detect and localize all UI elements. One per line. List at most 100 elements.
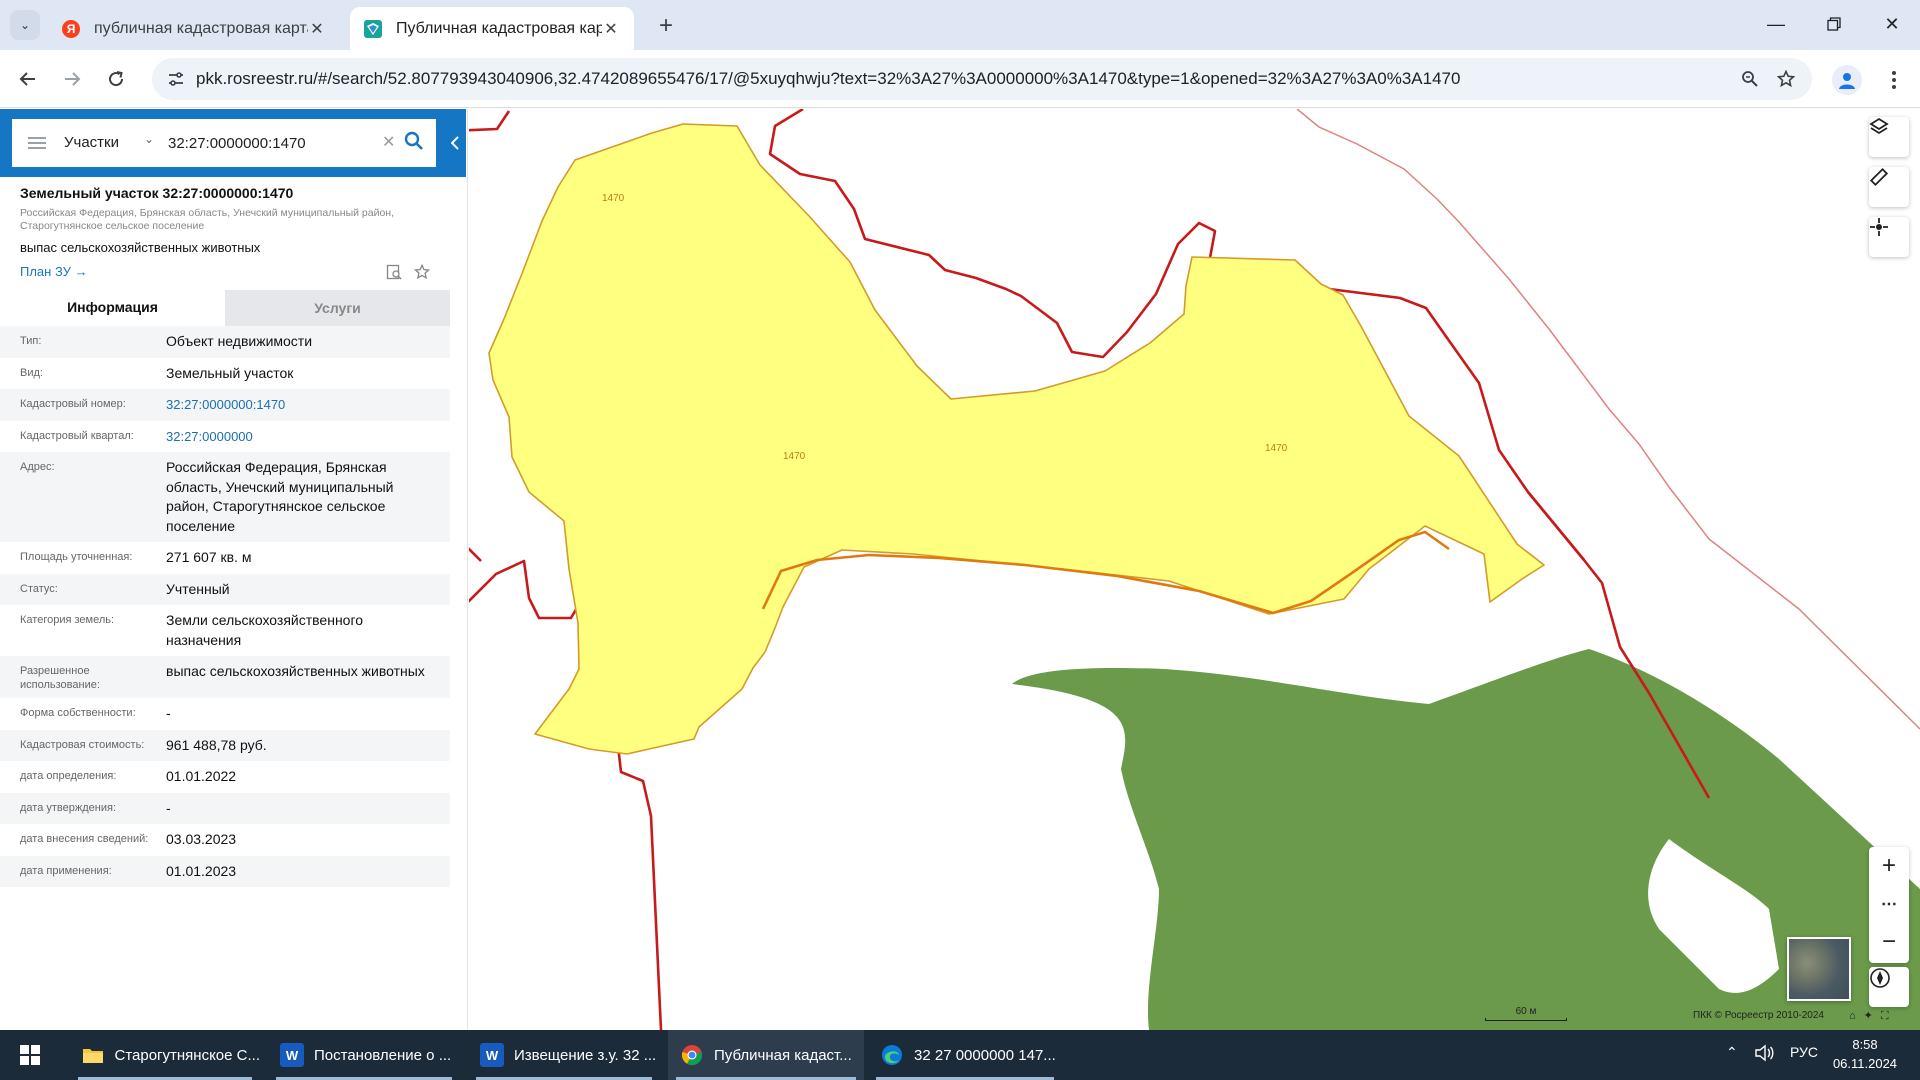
browser-menu-button[interactable] (1884, 65, 1904, 95)
taskbar-item-chrome[interactable]: Публичная кадаст... (668, 1030, 864, 1080)
info-value: Учтенный (166, 580, 230, 597)
tab-list-button[interactable]: ⌄ (10, 10, 40, 40)
info-value: выпас сельскохозяйственных животных (166, 663, 425, 679)
info-value: Земельный участок (166, 364, 294, 381)
rosreestr-icon (364, 19, 382, 38)
ruler-icon (1869, 167, 1889, 187)
zoom-in-button[interactable]: + (1869, 847, 1909, 885)
taskbar-item-edge[interactable]: 32 27 0000000 147... (868, 1030, 1062, 1080)
browser-tab-yandex[interactable]: Я публичная кадастровая карта ✕ (48, 7, 340, 50)
map-canvas[interactable]: 1470 1470 1470 (469, 109, 1920, 1030)
folder-icon (82, 1043, 104, 1067)
scale-bar-line (1485, 1018, 1567, 1021)
info-value: 961 488,78 руб. (166, 736, 267, 753)
fullscreen-icon[interactable]: ⛶ (1881, 1010, 1897, 1022)
info-value: 01.01.2022 (166, 768, 237, 784)
tab-information[interactable]: Информация (0, 290, 225, 326)
clock-date: 06.11.2024 (1832, 1056, 1898, 1071)
taskbar-item-word-1[interactable]: W Постановление о ... (268, 1030, 460, 1080)
close-tab-icon[interactable]: ✕ (602, 20, 620, 38)
chevron-left-icon (451, 136, 459, 150)
browser-tab-rosreestr[interactable]: Публичная кадастровая карта ✕ (350, 7, 634, 50)
info-row: Площадь уточненная: 271 607 кв. м (0, 542, 450, 574)
info-value: Земли сельскохозяйственного назначения (166, 612, 364, 648)
parcel-1470[interactable] (488, 123, 1545, 755)
parcel-number-label: 1470 (602, 193, 625, 204)
plan-link[interactable]: План ЗУ → (20, 264, 88, 279)
locate-small-icon[interactable]: ✦ (1864, 1010, 1881, 1022)
volume-icon[interactable] (1754, 1044, 1774, 1065)
info-label: Разрешенное использование: (20, 665, 100, 691)
search-in-document-icon[interactable] (384, 262, 404, 282)
restore-button[interactable] (1814, 8, 1854, 40)
search-type-select[interactable]: Участки (64, 134, 119, 151)
info-row: дата внесения сведений: 03.03.2023 (0, 824, 450, 856)
keyboard-language[interactable]: РУС (1790, 1044, 1818, 1060)
taskbar-item-word-2[interactable]: W Извещение з.у. 32 ... (468, 1030, 660, 1080)
close-window-button[interactable]: ✕ (1872, 8, 1912, 40)
info-label: Площадь уточненная: (20, 551, 133, 563)
tray-overflow-icon[interactable]: ⌃ (1726, 1044, 1738, 1061)
info-label: Форма собственности: (20, 707, 136, 719)
info-row: дата утверждения: - (0, 792, 450, 824)
info-label: Статус: (20, 582, 58, 595)
zoom-out-button[interactable]: − (1869, 923, 1909, 961)
info-value-link[interactable]: 32:27:0000000 (166, 427, 450, 447)
forward-button[interactable] (58, 65, 86, 93)
basemap-switcher[interactable] (1787, 937, 1851, 1001)
back-button[interactable] (14, 65, 42, 93)
boundary-line (469, 547, 482, 562)
info-row: Кадастровый номер: 32:27:0000000:1470 (0, 389, 450, 421)
favorite-star-icon[interactable] (412, 262, 432, 282)
home-icon[interactable]: ⌂ (1849, 1010, 1864, 1022)
info-value-link[interactable]: 32:27:0000000:1470 (166, 395, 450, 415)
search-icon[interactable] (404, 131, 428, 155)
compass-button[interactable] (1869, 967, 1909, 1007)
info-value: 03.03.2023 (166, 831, 237, 847)
taskbar-item-label: Старогутнянское С... (114, 1046, 260, 1064)
reload-icon (109, 71, 124, 87)
object-title: Земельный участок 32:27:0000000:1470 (20, 185, 294, 201)
info-value: 271 607 кв. м (166, 549, 252, 565)
close-tab-icon[interactable]: ✕ (308, 20, 326, 38)
crosshair-icon (1870, 218, 1888, 236)
taskbar-item-label: Публичная кадаст... (714, 1046, 852, 1064)
new-tab-button[interactable]: + (652, 12, 680, 40)
info-row: Вид: Земельный участок (0, 358, 450, 390)
bookmark-star-icon[interactable] (1774, 67, 1798, 91)
address-bar[interactable]: pkk.rosreestr.ru/#/search/52.80779394304… (152, 58, 1812, 100)
info-row: дата применения: 01.01.2023 (0, 855, 450, 887)
map-view[interactable]: 1470 1470 1470 + ⋯ − 60 м ПКК © Росреест… (469, 109, 1920, 1030)
info-label: дата внесения сведений: (20, 833, 149, 845)
locate-button[interactable] (1869, 217, 1909, 257)
zoom-icon[interactable] (1738, 67, 1762, 91)
person-icon (1839, 73, 1855, 89)
minimize-button[interactable]: — (1756, 8, 1796, 40)
info-row: Адрес: Российская Федерация, Брянская обл… (0, 452, 450, 542)
info-value: - (166, 705, 171, 721)
more-zoom-button[interactable]: ⋯ (1869, 885, 1909, 923)
profile-avatar-button[interactable] (1832, 65, 1862, 95)
info-row: дата определения: 01.01.2022 (0, 761, 450, 793)
layers-button[interactable] (1869, 117, 1909, 157)
system-clock[interactable]: 8:58 06.11.2024 (1820, 1035, 1910, 1073)
tab-title: публичная кадастровая карта (94, 19, 308, 37)
site-info-icon[interactable] (164, 67, 188, 91)
browser-tab-bar: ⌄ Я публичная кадастровая карта ✕ Публич… (0, 0, 1920, 50)
chevron-down-icon[interactable]: ⌄ (144, 132, 154, 146)
info-value: Российская Федерация, Брянская область, … (166, 459, 394, 534)
reload-button[interactable] (102, 65, 130, 93)
info-panel: Участки ⌄ ✕ Земельный участок 32:27:0000… (0, 109, 468, 1030)
collapse-panel-button[interactable] (448, 133, 462, 153)
search-input[interactable] (168, 131, 368, 155)
clear-search-icon[interactable]: ✕ (382, 132, 395, 152)
taskbar-item-explorer[interactable]: Старогутнянское С... (70, 1030, 260, 1080)
tab-services[interactable]: Услуги (225, 290, 450, 326)
measure-button[interactable] (1869, 167, 1909, 207)
info-label: Категория земель: (20, 614, 115, 626)
info-label: Тип: (20, 335, 42, 347)
menu-icon[interactable] (28, 134, 46, 152)
windows-start-button[interactable] (20, 1045, 40, 1065)
object-address: Российская Федерация, Брянская область, … (20, 207, 395, 232)
clock-time: 8:58 (1852, 1037, 1878, 1052)
